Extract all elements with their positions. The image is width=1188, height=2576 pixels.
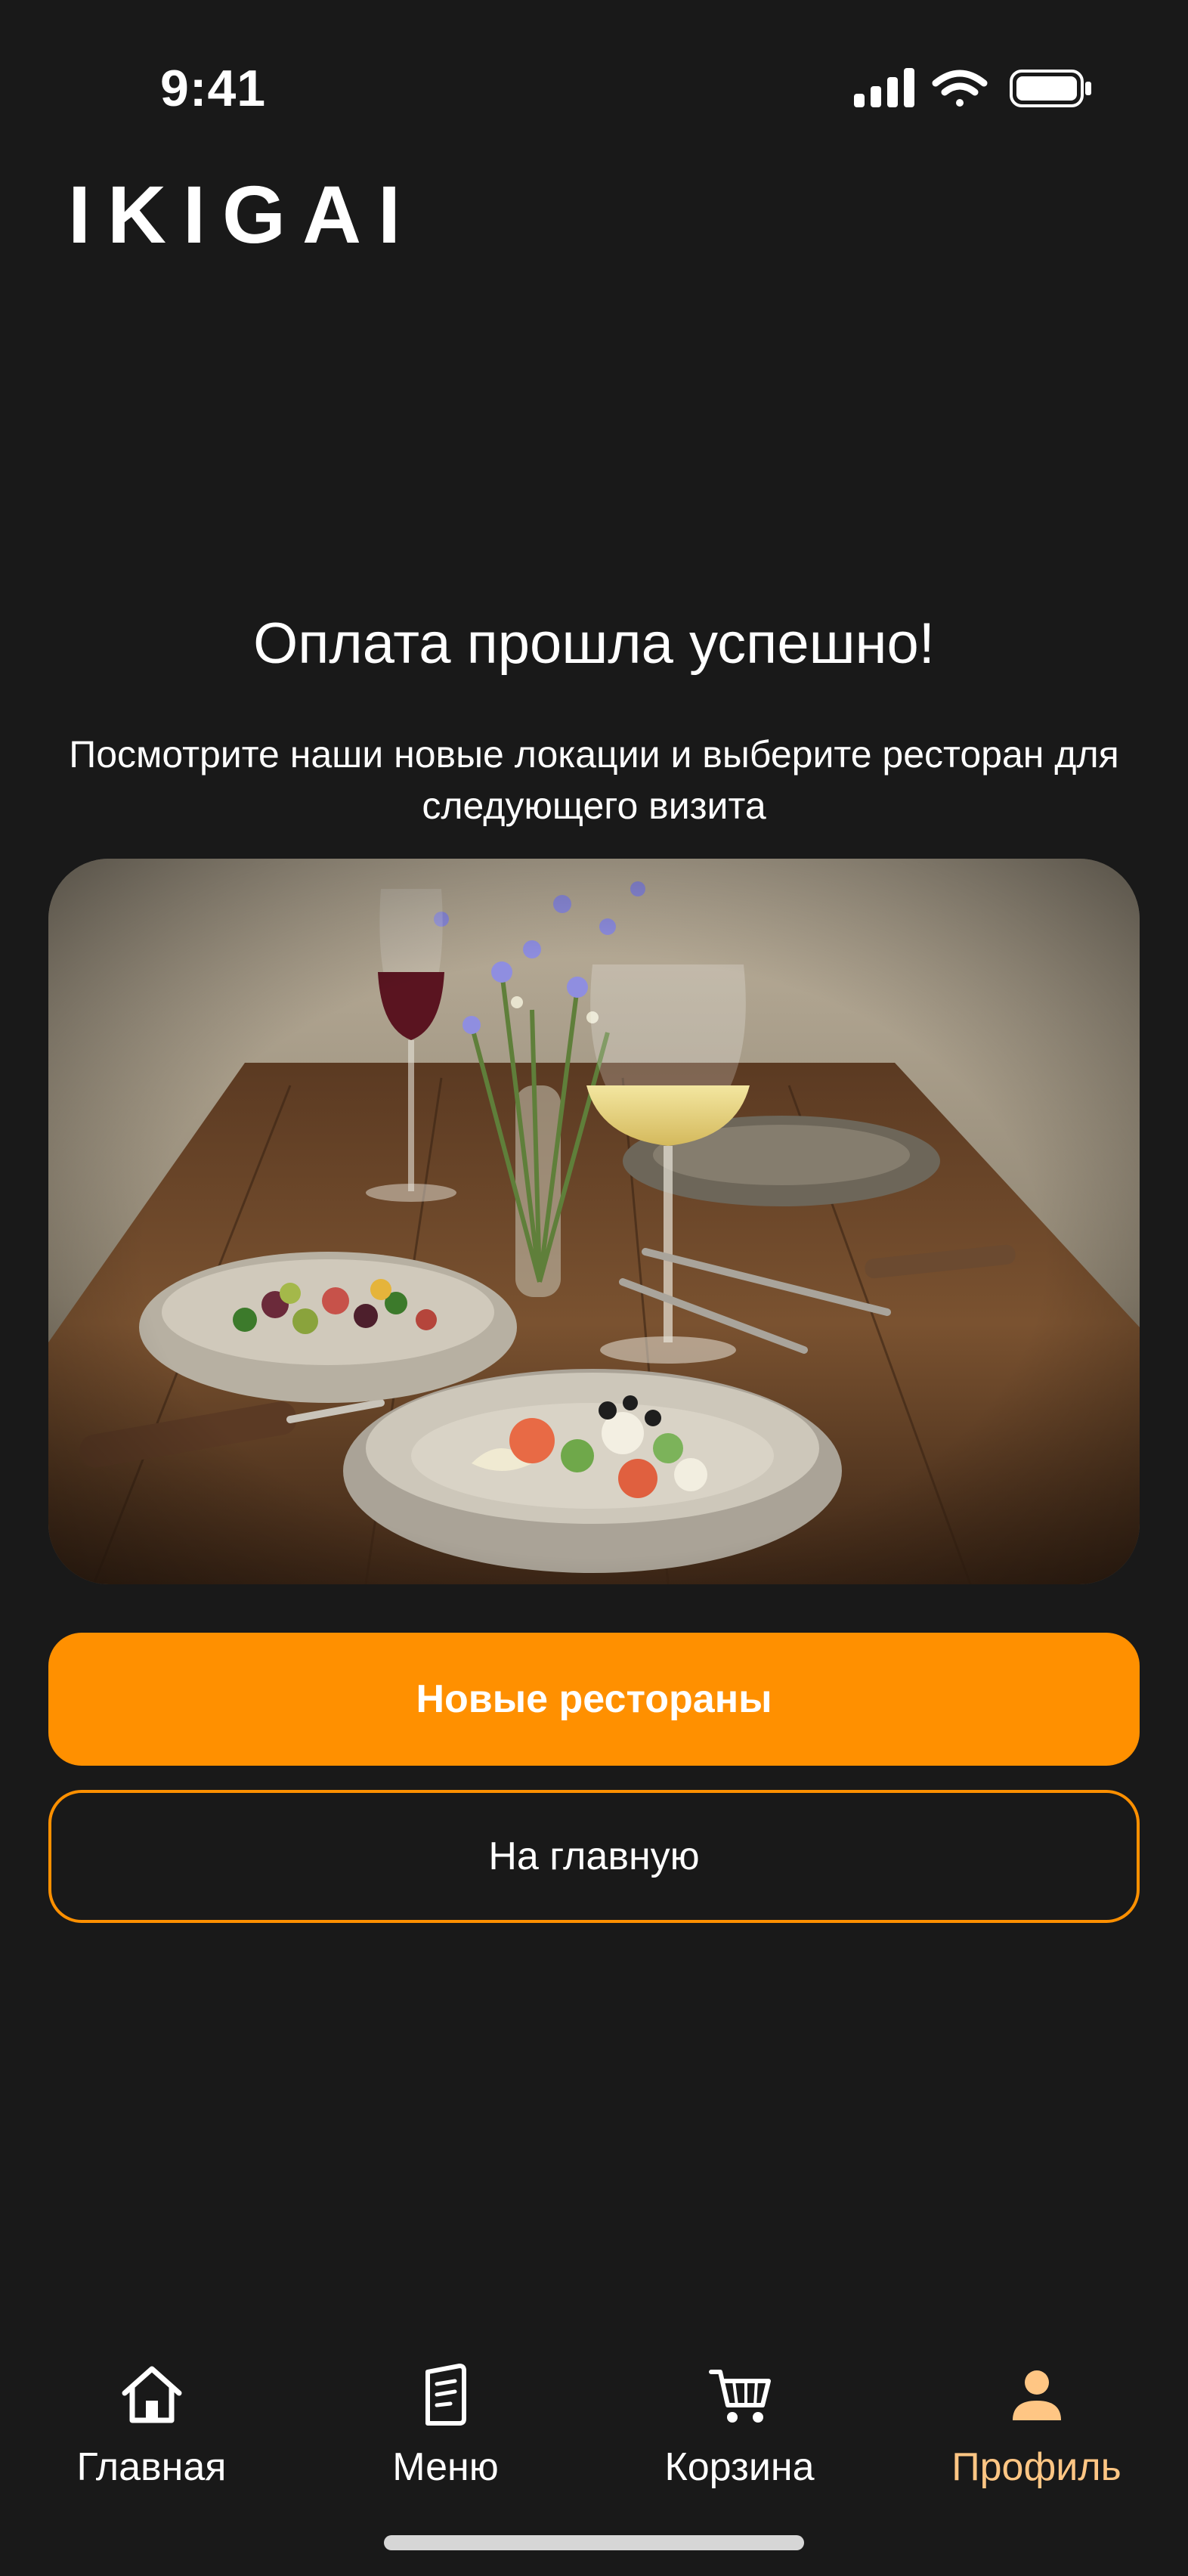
menu-book-icon <box>425 2364 466 2426</box>
tab-home[interactable]: Главная <box>3 2336 300 2517</box>
tab-menu[interactable]: Меню <box>297 2336 594 2517</box>
cart-icon <box>708 2370 771 2423</box>
restaurant-hero-image <box>48 859 1140 1584</box>
tab-cart-label: Корзина <box>664 2445 815 2489</box>
home-indicator[interactable] <box>384 2535 804 2550</box>
profile-icon <box>1012 2370 1061 2420</box>
tab-home-label: Главная <box>76 2445 227 2489</box>
status-icons <box>852 67 1094 112</box>
home-icon <box>122 2366 181 2423</box>
signal-wifi-battery-icons <box>854 68 1091 107</box>
battery-icon <box>1010 70 1091 107</box>
brand-logo: IKIGAI <box>68 169 418 260</box>
status-time: 9:41 <box>160 60 267 117</box>
page-title: Оплата прошла успешно! <box>253 611 935 676</box>
tab-profile[interactable]: Профиль <box>888 2336 1185 2517</box>
wifi-icon <box>932 70 988 107</box>
tab-cart[interactable]: Корзина <box>591 2336 888 2517</box>
new-restaurants-button[interactable]: Новые рестораны <box>48 1633 1140 1766</box>
tab-profile-label: Профиль <box>951 2445 1121 2489</box>
tab-menu-label: Меню <box>392 2445 499 2489</box>
go-home-button[interactable]: На главную <box>48 1790 1140 1923</box>
tab-bar: Главная Меню Корзина Профиль <box>0 2336 1188 2517</box>
signal-icon <box>854 68 914 107</box>
page-subtitle: Посмотрите наши новые локации и выберите… <box>69 733 1119 827</box>
status-bar: 9:41 <box>0 0 1188 174</box>
